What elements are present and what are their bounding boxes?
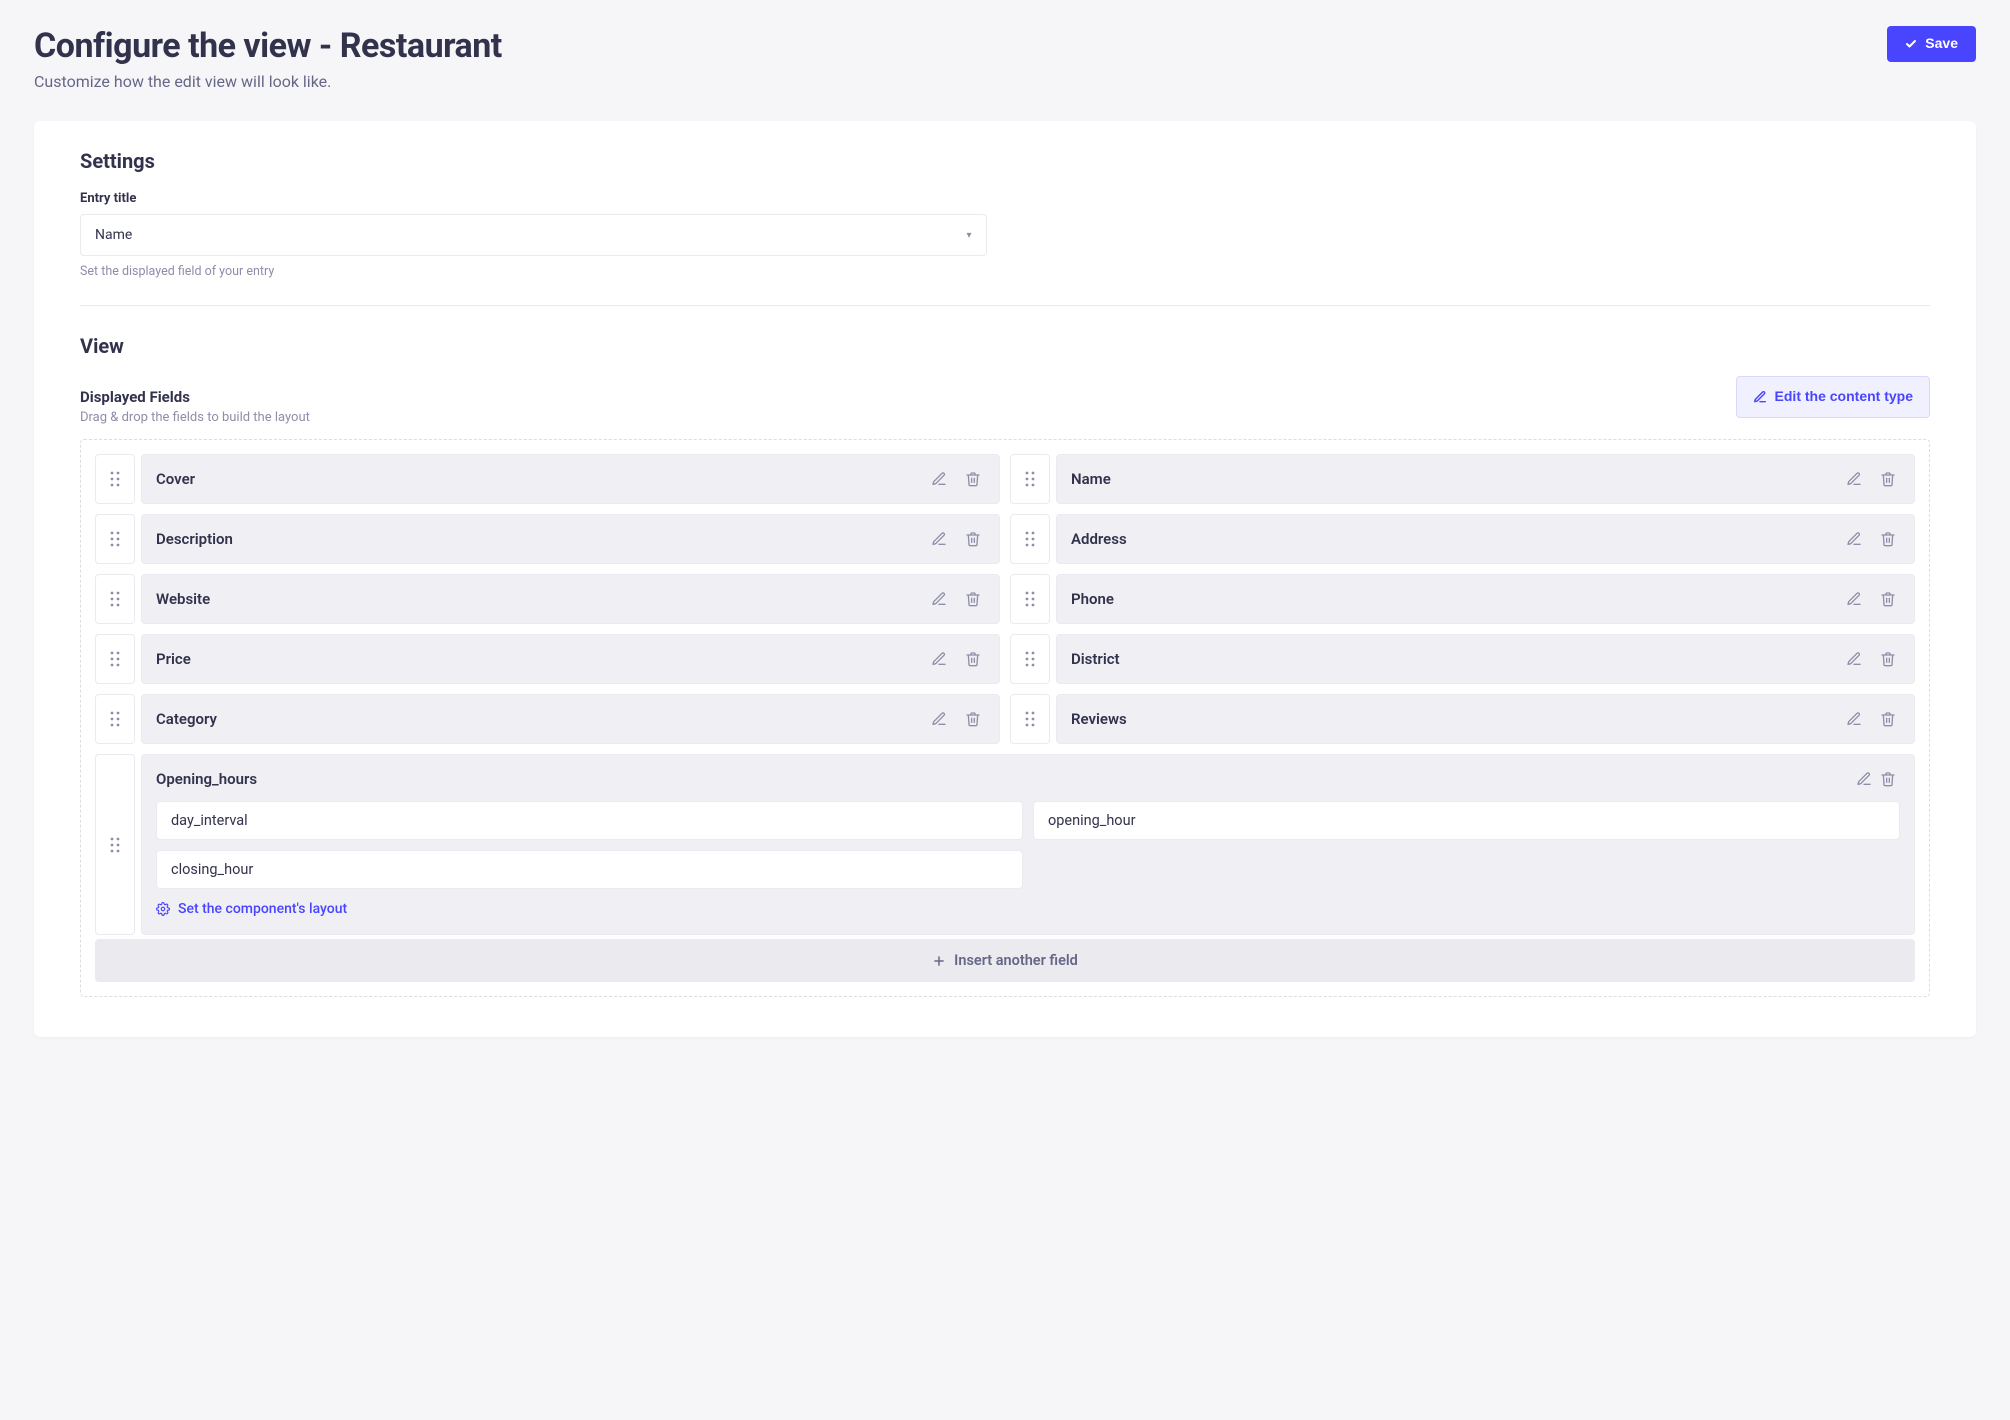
entry-title-label: Entry title: [80, 191, 1930, 206]
field-row: Description: [95, 514, 1000, 564]
field-cell: Website: [141, 574, 1000, 624]
edit-field-button[interactable]: [927, 527, 951, 551]
edit-field-button[interactable]: [1842, 587, 1866, 611]
edit-field-button[interactable]: [927, 587, 951, 611]
insert-field-button[interactable]: Insert another field: [95, 939, 1915, 982]
plus-icon: [932, 954, 946, 968]
field-label: Opening_hours: [156, 770, 1852, 788]
field-row: Cover: [95, 454, 1000, 504]
divider: [80, 305, 1930, 306]
caret-down-icon: ▾: [966, 230, 971, 241]
displayed-fields-help: Drag & drop the fields to build the layo…: [80, 410, 310, 425]
edit-field-button[interactable]: [1842, 707, 1866, 731]
page-subtitle: Customize how the edit view will look li…: [34, 72, 502, 91]
edit-field-button[interactable]: [1842, 527, 1866, 551]
field-cell: Phone: [1056, 574, 1915, 624]
drag-handle[interactable]: [95, 574, 135, 624]
field-row: Website: [95, 574, 1000, 624]
edit-field-button[interactable]: [927, 707, 951, 731]
field-label: Address: [1071, 530, 1832, 548]
delete-field-button[interactable]: [1876, 707, 1900, 731]
field-label: Reviews: [1071, 710, 1832, 728]
subfield[interactable]: day_interval: [156, 801, 1023, 840]
field-cell: District: [1056, 634, 1915, 684]
drag-handle[interactable]: [1010, 454, 1050, 504]
delete-field-button[interactable]: [961, 527, 985, 551]
edit-field-button[interactable]: [927, 467, 951, 491]
insert-field-label: Insert another field: [954, 952, 1078, 969]
field-row: Reviews: [1010, 694, 1915, 744]
set-component-layout-label: Set the component's layout: [178, 901, 347, 917]
displayed-fields-box: Cover Name Description Address Website Phone P…: [80, 439, 1930, 997]
delete-field-button[interactable]: [1876, 767, 1900, 791]
check-icon: [1905, 38, 1917, 50]
delete-field-button[interactable]: [961, 647, 985, 671]
displayed-fields-title: Displayed Fields: [80, 388, 310, 406]
field-label: Description: [156, 530, 917, 548]
drag-handle[interactable]: [1010, 514, 1050, 564]
edit-content-type-label: Edit the content type: [1775, 387, 1913, 407]
delete-field-button[interactable]: [961, 587, 985, 611]
delete-field-button[interactable]: [961, 707, 985, 731]
field-cell: Reviews: [1056, 694, 1915, 744]
field-label: Price: [156, 650, 917, 668]
edit-field-button[interactable]: [1842, 467, 1866, 491]
field-label: Cover: [156, 470, 917, 488]
field-label: District: [1071, 650, 1832, 668]
field-cell: Price: [141, 634, 1000, 684]
delete-field-button[interactable]: [1876, 647, 1900, 671]
drag-handle[interactable]: [95, 634, 135, 684]
field-cell: Description: [141, 514, 1000, 564]
delete-field-button[interactable]: [1876, 467, 1900, 491]
field-row: Category: [95, 694, 1000, 744]
pencil-icon: [1753, 390, 1767, 404]
delete-field-button[interactable]: [1876, 587, 1900, 611]
edit-field-button[interactable]: [927, 647, 951, 671]
field-label: Category: [156, 710, 917, 728]
delete-field-button[interactable]: [1876, 527, 1900, 551]
field-row: District: [1010, 634, 1915, 684]
field-row: Name: [1010, 454, 1915, 504]
field-row: Price: [95, 634, 1000, 684]
view-heading: View: [80, 334, 1930, 358]
field-row: Opening_hours day_interval opening_hour: [95, 754, 1915, 935]
drag-handle[interactable]: [95, 754, 135, 935]
drag-handle[interactable]: [95, 514, 135, 564]
field-row: Address: [1010, 514, 1915, 564]
entry-title-value: Name: [95, 227, 132, 243]
save-button-label: Save: [1925, 34, 1958, 54]
gear-icon: [156, 902, 170, 916]
drag-handle[interactable]: [95, 694, 135, 744]
field-row: Phone: [1010, 574, 1915, 624]
config-panel: Settings Entry title Name ▾ Set the disp…: [34, 121, 1976, 1037]
page-title: Configure the view - Restaurant: [34, 26, 502, 66]
drag-handle[interactable]: [1010, 574, 1050, 624]
field-label: Name: [1071, 470, 1832, 488]
field-label: Phone: [1071, 590, 1832, 608]
set-component-layout-link[interactable]: Set the component's layout: [156, 901, 347, 917]
field-cell: Category: [141, 694, 1000, 744]
field-cell: Name: [1056, 454, 1915, 504]
field-label: Website: [156, 590, 917, 608]
subfield[interactable]: closing_hour: [156, 850, 1023, 889]
save-button[interactable]: Save: [1887, 26, 1976, 62]
entry-title-help: Set the displayed field of your entry: [80, 264, 1930, 279]
delete-field-button[interactable]: [961, 467, 985, 491]
field-cell: Cover: [141, 454, 1000, 504]
edit-field-button[interactable]: [1852, 767, 1876, 791]
entry-title-select[interactable]: Name ▾: [80, 214, 987, 256]
subfield[interactable]: opening_hour: [1033, 801, 1900, 840]
drag-handle[interactable]: [1010, 634, 1050, 684]
edit-content-type-button[interactable]: Edit the content type: [1736, 376, 1930, 418]
drag-handle[interactable]: [95, 454, 135, 504]
drag-handle[interactable]: [1010, 694, 1050, 744]
field-cell: Address: [1056, 514, 1915, 564]
edit-field-button[interactable]: [1842, 647, 1866, 671]
settings-heading: Settings: [80, 149, 1930, 173]
